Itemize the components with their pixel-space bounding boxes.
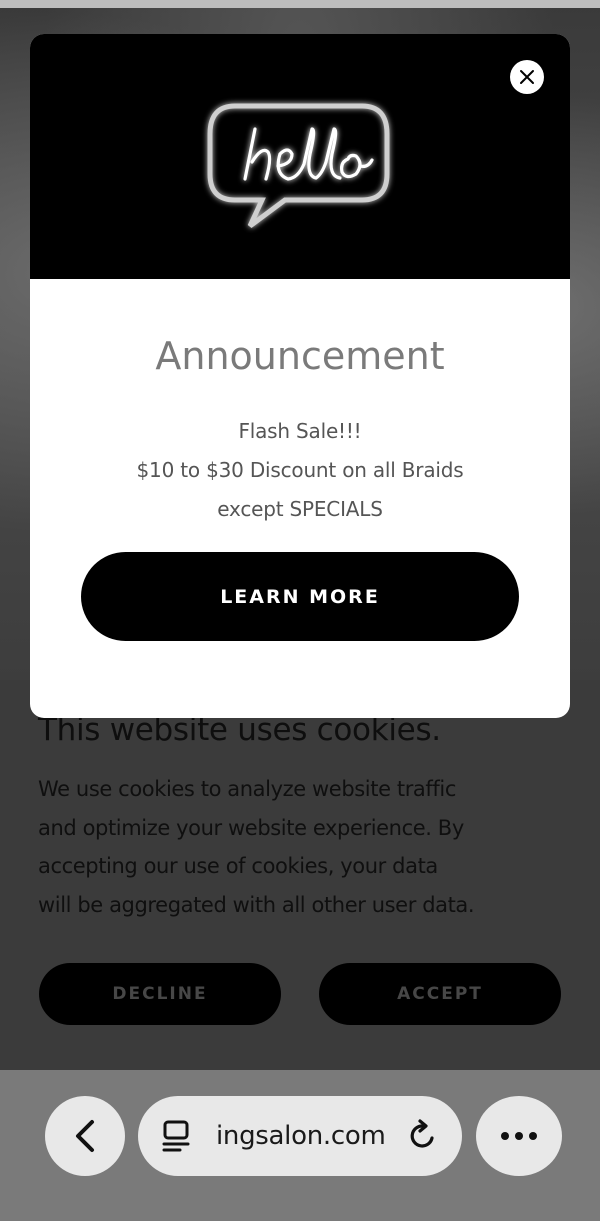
close-button[interactable] [510, 60, 544, 94]
modal-title: Announcement [155, 334, 445, 378]
accept-button[interactable]: ACCEPT [319, 963, 561, 1025]
status-strip [0, 0, 600, 8]
modal-line: Flash Sale!!! [238, 419, 362, 443]
cookie-line: accepting our use of cookies, your data [38, 854, 438, 878]
learn-more-button[interactable]: LEARN MORE [81, 552, 519, 641]
tab-overview-icon [162, 1120, 190, 1152]
cookie-line: We use cookies to analyze website traffi… [38, 777, 456, 801]
cookie-line: will be aggregated with all other user d… [38, 892, 475, 917]
chevron-left-icon [76, 1120, 94, 1152]
hello-neon-sign-image [30, 34, 570, 279]
neon-speech-bubble-icon [207, 103, 390, 229]
close-icon [520, 70, 534, 84]
more-button[interactable] [476, 1096, 562, 1176]
reload-icon[interactable] [406, 1118, 440, 1154]
url-text: ingsalon.com [216, 1121, 386, 1151]
cookie-line: and optimize your website experience. By [38, 815, 464, 840]
more-dots-icon [501, 1132, 537, 1140]
modal-line: except SPECIALS [217, 497, 383, 521]
cookie-message: We use cookies to analyze website traffi… [38, 770, 508, 924]
modal-line: $10 to $30 Discount on all Braids [136, 458, 464, 482]
back-button[interactable] [45, 1096, 125, 1176]
modal-message: Flash Sale!!! $10 to $30 Discount on all… [30, 412, 570, 529]
decline-button[interactable]: DECLINE [39, 963, 281, 1025]
address-bar[interactable]: ingsalon.com [138, 1096, 462, 1176]
announcement-modal: Announcement Flash Sale!!! $10 to $30 Di… [30, 34, 570, 718]
